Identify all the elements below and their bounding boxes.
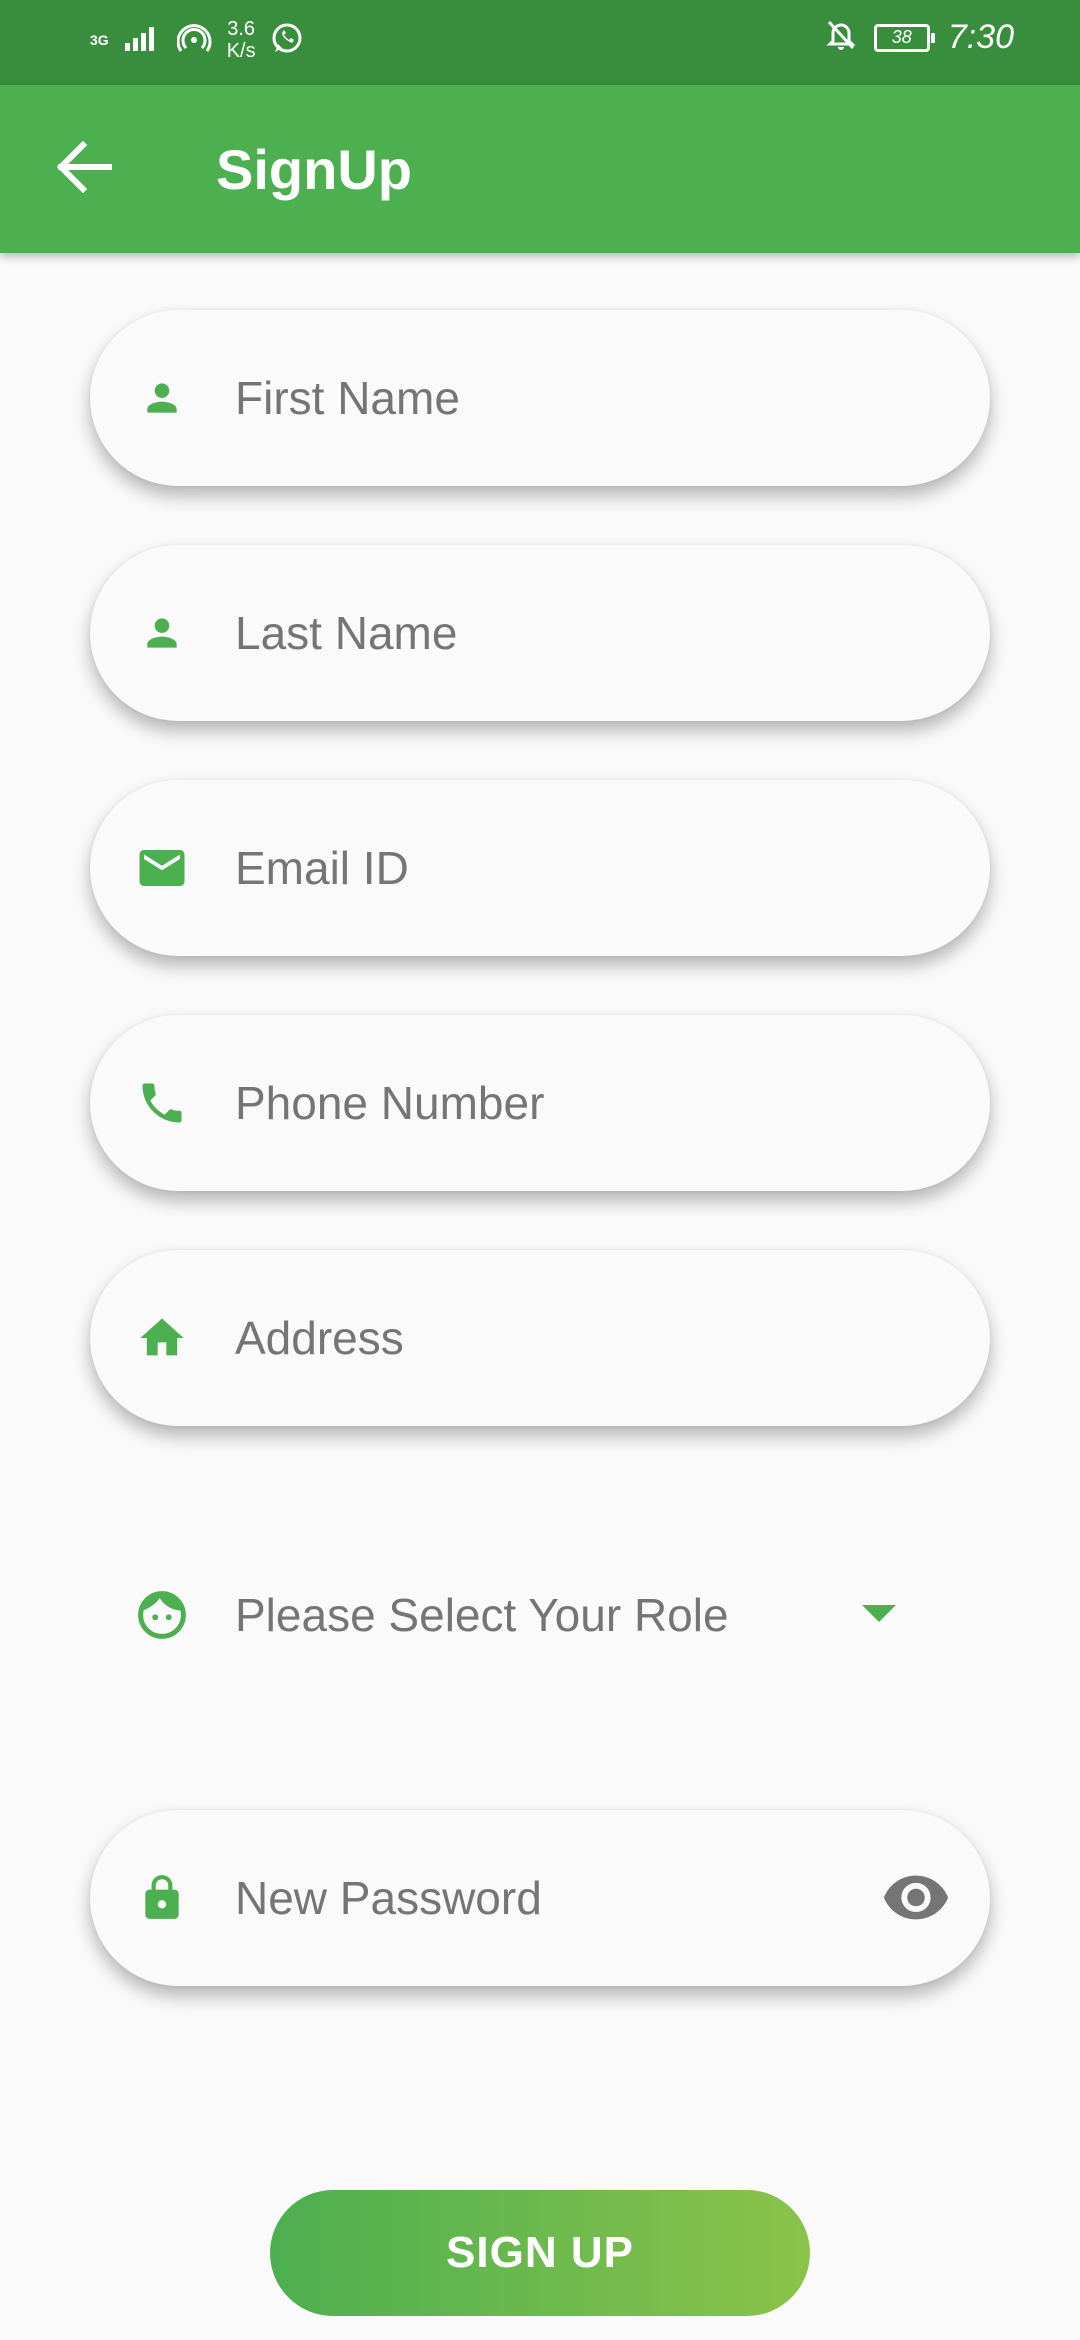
- last-name-field[interactable]: Last Name: [90, 545, 990, 721]
- phone-field[interactable]: Phone Number: [90, 1015, 990, 1191]
- address-placeholder: Address: [235, 1312, 404, 1364]
- hotspot-icon: [176, 22, 213, 59]
- phone-icon: [132, 1073, 192, 1133]
- home-icon: [132, 1308, 192, 1368]
- person-icon: [132, 603, 192, 663]
- eye-icon: [881, 1872, 951, 1925]
- first-name-placeholder: First Name: [235, 372, 460, 424]
- clock: 7:30: [947, 18, 1014, 56]
- password-placeholder: New Password: [235, 1872, 542, 1924]
- role-placeholder: Please Select Your Role: [235, 1589, 729, 1641]
- dropdown-arrow-icon: [862, 1605, 896, 1622]
- network-type: 3G: [90, 32, 109, 48]
- email-placeholder: Email ID: [235, 842, 409, 894]
- lock-icon: [132, 1868, 192, 1928]
- person-icon: [132, 368, 192, 428]
- last-name-placeholder: Last Name: [235, 607, 458, 659]
- toggle-password-visibility-button[interactable]: [878, 1866, 954, 1930]
- first-name-field[interactable]: First Name: [90, 310, 990, 486]
- status-bar: 3G 3.6 K/s 38 7:30: [0, 0, 1080, 85]
- password-field[interactable]: New Password: [90, 1810, 990, 1986]
- role-dropdown[interactable]: Please Select Your Role: [90, 1550, 990, 1680]
- battery-indicator: 38: [873, 23, 935, 52]
- back-button[interactable]: [50, 129, 120, 209]
- whatsapp-icon: [270, 21, 304, 60]
- face-icon: [132, 1585, 192, 1645]
- signup-button[interactable]: SIGN UP: [270, 2190, 810, 2316]
- address-field[interactable]: Address: [90, 1250, 990, 1426]
- phone-placeholder: Phone Number: [235, 1077, 545, 1129]
- arrow-back-icon: [56, 140, 113, 198]
- notifications-off-icon: [826, 19, 856, 56]
- page-title: SignUp: [216, 138, 412, 201]
- signal-icon: [123, 23, 163, 58]
- network-speed: 3.6 K/s: [226, 18, 256, 62]
- mail-icon: [132, 838, 192, 898]
- email-field[interactable]: Email ID: [90, 780, 990, 956]
- app-bar: SignUp: [0, 85, 1080, 253]
